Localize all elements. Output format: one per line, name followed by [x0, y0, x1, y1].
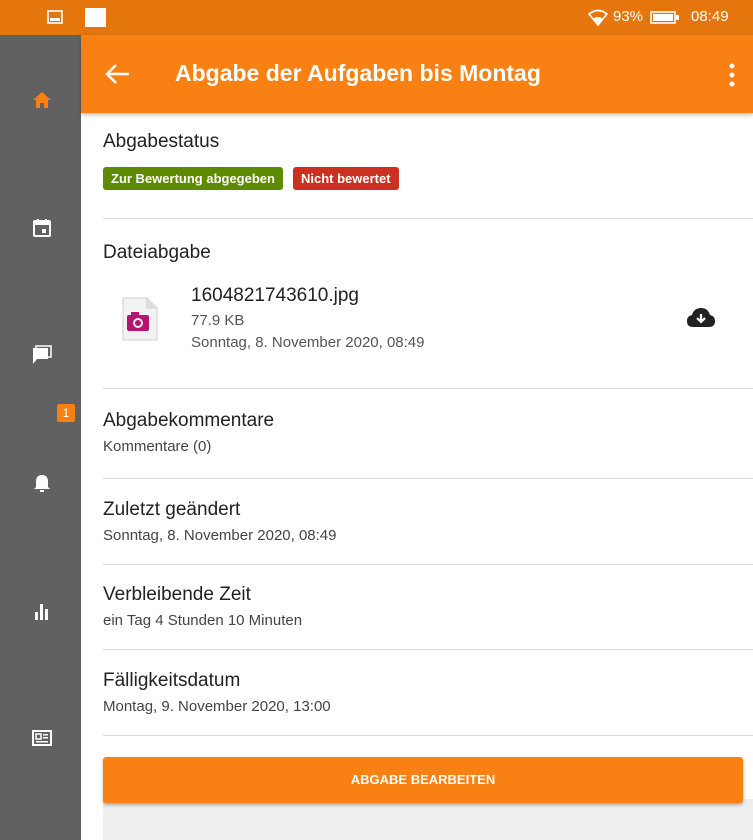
- last-modified-value: Sonntag, 8. November 2020, 08:49: [103, 527, 337, 544]
- status-badge-submitted: Zur Bewertung abgegeben: [103, 167, 283, 190]
- last-modified-section: Zuletzt geändert Sonntag, 8. November 20…: [103, 499, 753, 544]
- time-remaining-section: Verbleibende Zeit ein Tag 4 Stunden 10 M…: [103, 584, 753, 629]
- last-modified-heading: Zuletzt geändert: [103, 499, 241, 520]
- cloud-download-icon[interactable]: [686, 306, 716, 330]
- rail-item-notifications[interactable]: [0, 453, 81, 513]
- rail-item-calendar[interactable]: [0, 198, 81, 258]
- image-file-icon: [122, 297, 158, 341]
- submission-status-section: Abgabestatus Zur Bewertung abgegeben Nich…: [103, 131, 753, 190]
- edit-submission-button[interactable]: ABGABE BEARBEITEN: [103, 757, 743, 803]
- notification-square-icon: [85, 8, 106, 27]
- rail-item-messages[interactable]: [0, 325, 81, 385]
- more-vert-icon[interactable]: [727, 62, 737, 88]
- footer-strip: [103, 799, 753, 840]
- status-badge-not-graded: Nicht bewertet: [292, 167, 399, 190]
- comments-link[interactable]: Kommentare (0): [103, 438, 753, 455]
- divider: [103, 218, 753, 219]
- due-date-value: Montag, 9. November 2020, 13:00: [103, 698, 331, 715]
- back-arrow-icon[interactable]: [105, 61, 131, 87]
- wifi-icon: [588, 9, 608, 26]
- due-date-heading: Fälligkeitsdatum: [103, 670, 241, 691]
- divider: [103, 735, 753, 736]
- comments-heading: Abgabekommentare: [103, 410, 275, 431]
- rail-item-grades[interactable]: [0, 581, 81, 641]
- app-bar: Abgabe der Aufgaben bis Montag: [81, 35, 753, 113]
- image-notification-icon: [47, 10, 63, 24]
- file-size: 77.9 KB: [191, 312, 245, 329]
- time-remaining-value: ein Tag 4 Stunden 10 Minuten: [103, 612, 303, 629]
- home-icon: [33, 92, 51, 108]
- submission-status-heading: Abgabestatus: [103, 131, 220, 152]
- divider: [103, 564, 753, 565]
- rail-item-home[interactable]: [0, 70, 81, 130]
- battery-icon: [650, 11, 679, 24]
- calendar-icon: [33, 219, 51, 237]
- file-submission-section: Dateiabgabe: [103, 242, 753, 264]
- divider: [103, 649, 753, 650]
- clock: 08:49: [691, 8, 729, 25]
- file-date: Sonntag, 8. November 2020, 08:49: [191, 334, 425, 351]
- divider: [103, 478, 753, 479]
- time-remaining-heading: Verbleibende Zeit: [103, 584, 251, 605]
- news-icon: [32, 730, 52, 746]
- due-date-section: Fälligkeitsdatum Montag, 9. November 202…: [103, 670, 753, 715]
- page-title: Abgabe der Aufgaben bis Montag: [175, 60, 541, 86]
- file-name-link[interactable]: 1604821743610.jpg: [191, 285, 359, 307]
- comments-section[interactable]: Abgabekommentare Kommentare (0): [103, 410, 753, 455]
- status-bar: 93% 08:49: [0, 0, 753, 35]
- side-rail: [0, 35, 81, 840]
- divider: [103, 388, 753, 389]
- battery-percent: 93%: [613, 8, 644, 25]
- file-submission-heading: Dateiabgabe: [103, 242, 211, 263]
- messages-icon: [33, 345, 52, 364]
- rail-item-news[interactable]: [0, 708, 81, 768]
- grades-icon: [35, 604, 48, 620]
- notifications-icon: [34, 475, 50, 492]
- notification-count-badge: 1: [57, 404, 75, 422]
